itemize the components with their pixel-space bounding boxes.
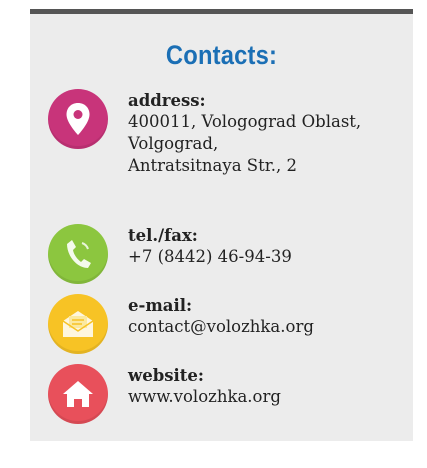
website-label: website: <box>128 366 205 385</box>
home-icon <box>48 364 108 424</box>
email-label: e-mail: <box>128 296 193 315</box>
contact-row-phone: tel./fax: +7 (8442) 46-94-39 <box>48 224 292 284</box>
contacts-panel: Contacts: address: 400011, Vologograd Ob… <box>30 9 413 441</box>
contact-row-email: e-mail: contact@volozhka.org <box>48 294 314 354</box>
envelope-icon <box>48 294 108 354</box>
tel-fax-label: tel./fax: <box>128 226 198 245</box>
contact-row-website: website: www.volozhka.org <box>48 364 281 424</box>
email-value[interactable]: contact@volozhka.org <box>128 316 314 338</box>
address-value: 400011, Vologograd Oblast, Volgograd, An… <box>128 112 362 175</box>
contacts-title: Contacts: <box>165 40 278 70</box>
location-pin-icon <box>48 89 108 149</box>
address-label: address: <box>128 91 206 110</box>
contact-row-address: address: 400011, Vologograd Oblast, Volg… <box>48 89 361 177</box>
phone-icon <box>48 224 108 284</box>
tel-fax-value: +7 (8442) 46-94-39 <box>128 247 292 266</box>
website-value[interactable]: www.volozhka.org <box>128 386 281 408</box>
